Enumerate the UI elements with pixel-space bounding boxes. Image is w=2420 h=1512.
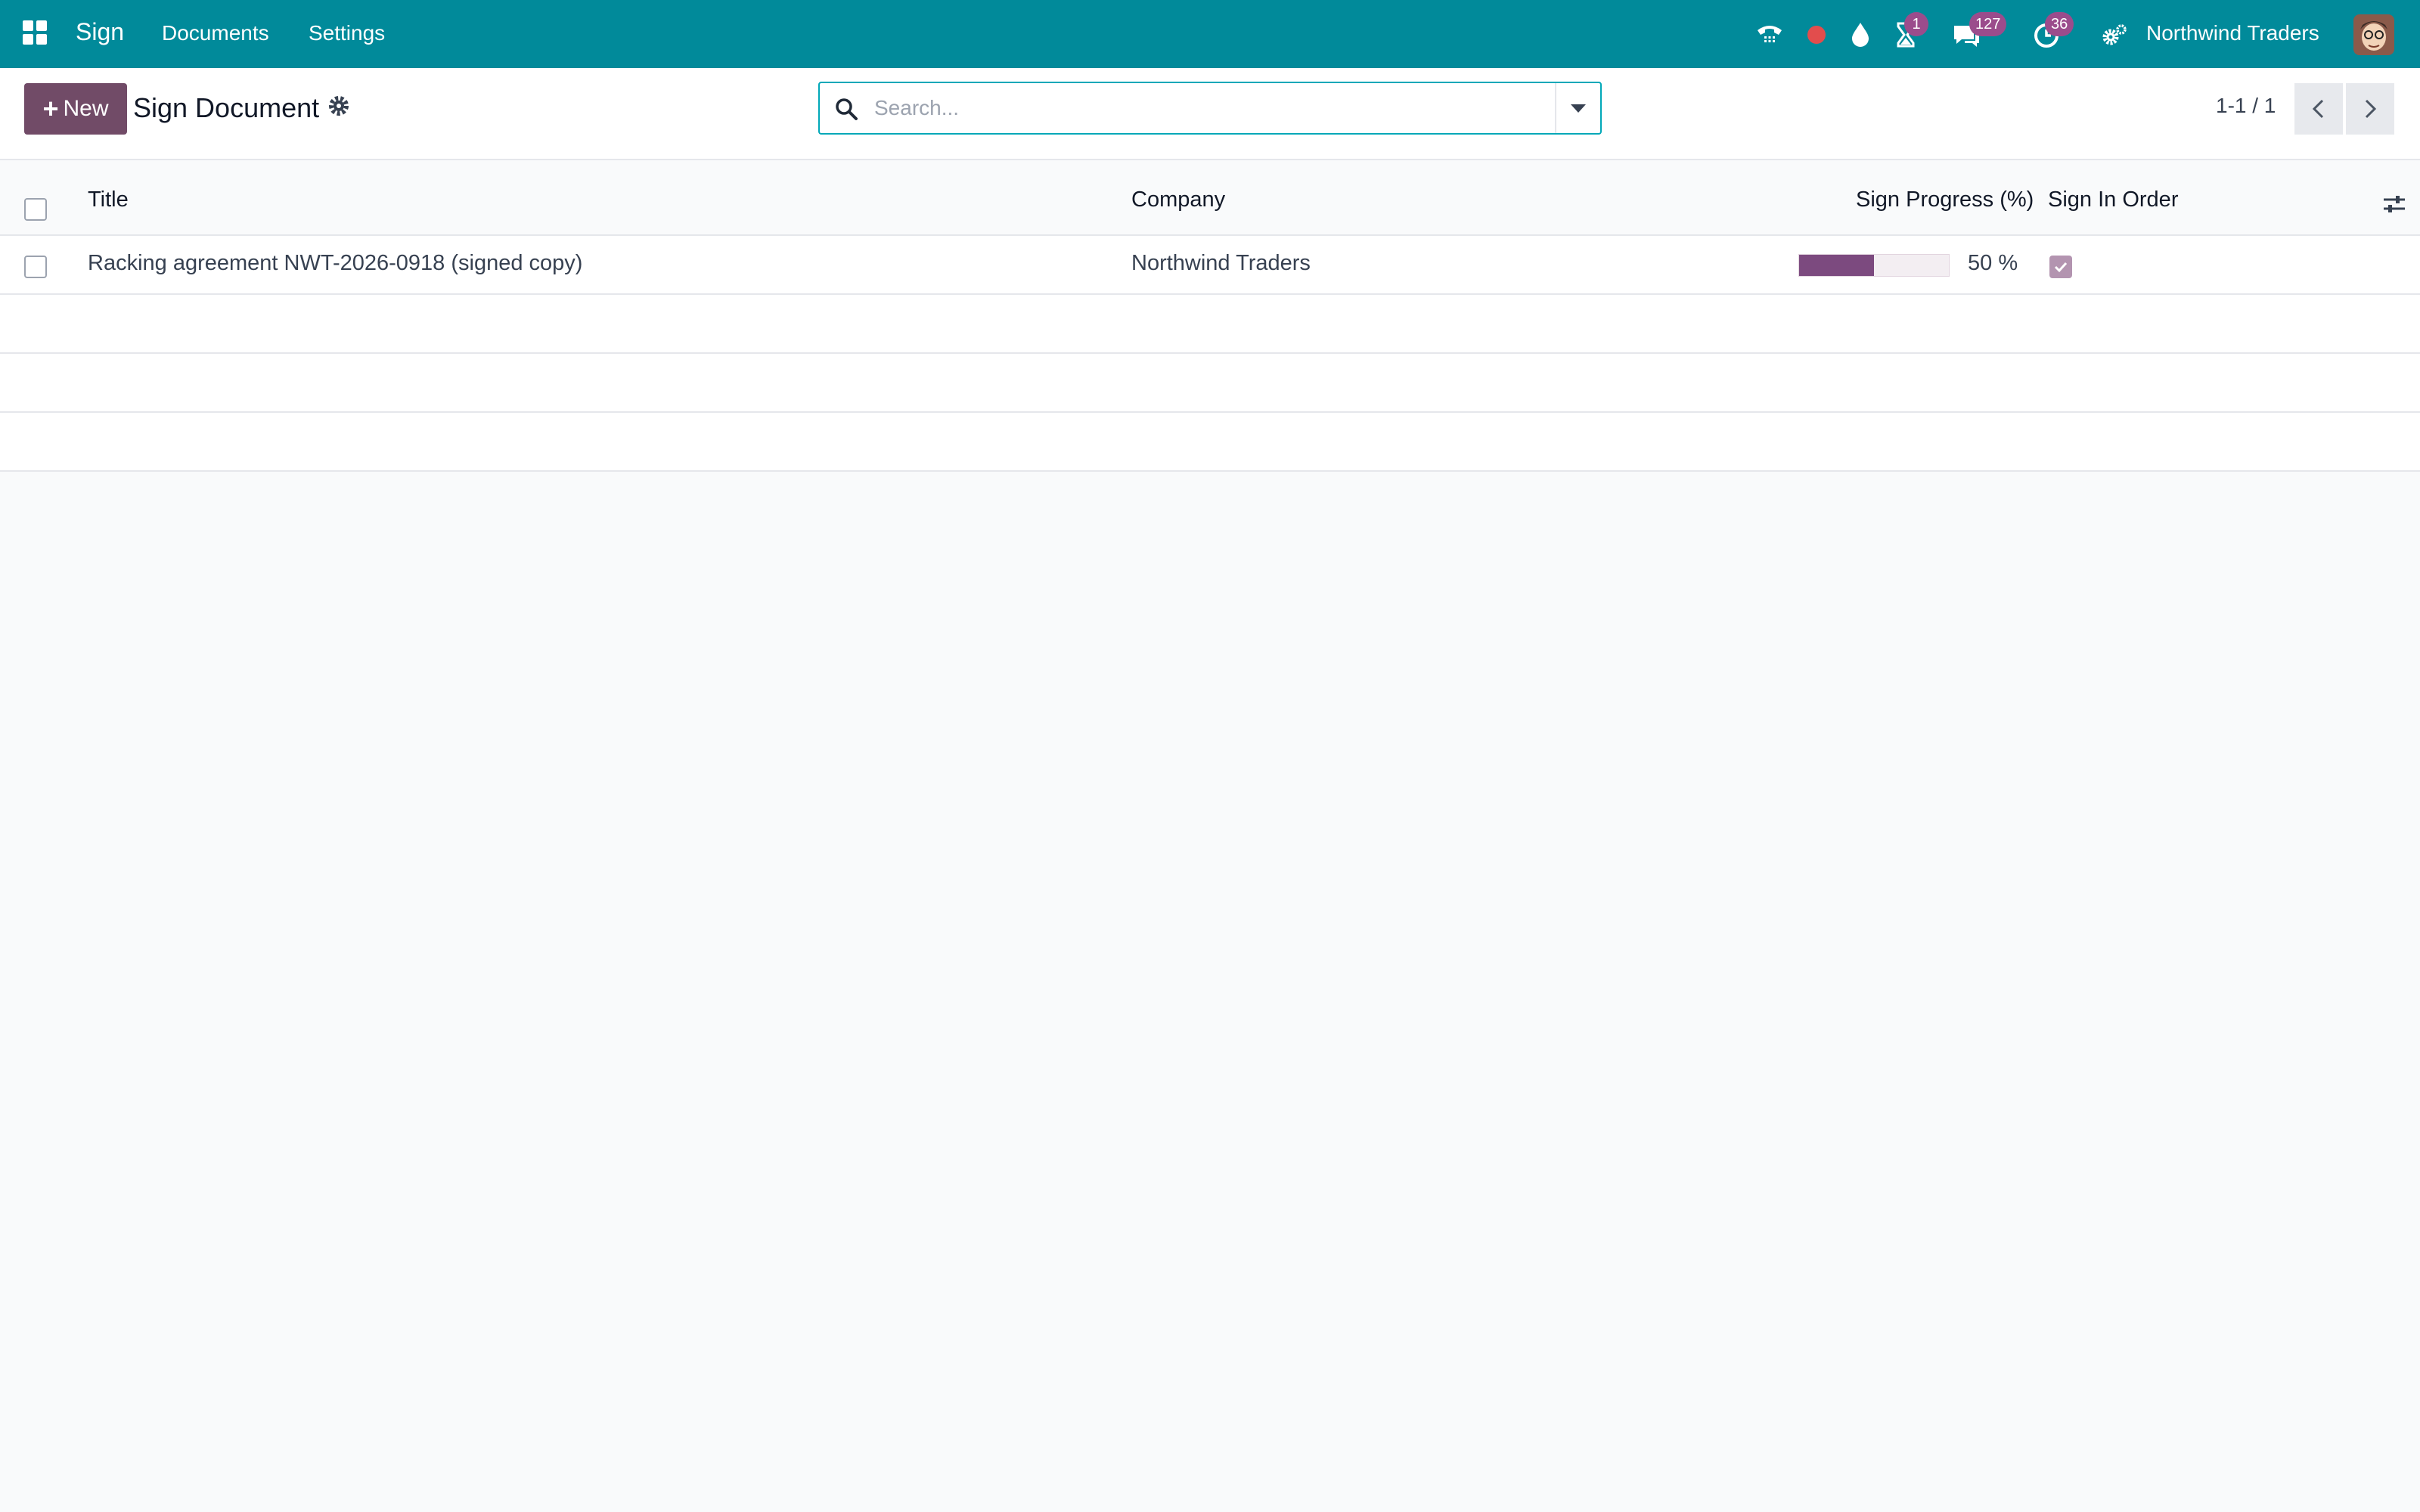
column-settings-icon[interactable] bbox=[2381, 191, 2408, 218]
sign-progress-value: 50 % bbox=[1968, 251, 2018, 275]
column-sign-progress[interactable]: Sign Progress (%) bbox=[1856, 187, 2034, 212]
page-title: Sign Document bbox=[133, 92, 320, 123]
gear-icon[interactable] bbox=[327, 94, 351, 118]
control-panel: + New Sign Document 1-1 / 1 bbox=[0, 68, 2420, 160]
drop-icon[interactable] bbox=[1845, 20, 1876, 50]
search-input[interactable] bbox=[874, 89, 1540, 127]
caret-down-icon bbox=[1571, 104, 1586, 113]
column-company[interactable]: Company bbox=[1131, 187, 1225, 212]
pager-value[interactable]: 1-1 / 1 bbox=[2216, 94, 2276, 118]
sign-progress-bar bbox=[1798, 254, 1950, 277]
chevron-left-icon bbox=[2312, 99, 2324, 119]
avatar-face-icon bbox=[2353, 14, 2394, 55]
pager-previous-button[interactable] bbox=[2294, 83, 2343, 135]
list-header: Title Company Sign Progress (%) Sign In … bbox=[0, 172, 2420, 236]
company-switcher[interactable]: Northwind Traders bbox=[2146, 21, 2319, 45]
search-icon bbox=[836, 98, 858, 120]
chevron-right-icon bbox=[2365, 99, 2377, 119]
row-title: Racking agreement NWT-2026-0918 (signed … bbox=[88, 251, 583, 275]
record-dot-icon[interactable] bbox=[1801, 20, 1832, 50]
sign-in-order-checkbox bbox=[2049, 256, 2072, 278]
menu-documents[interactable]: Documents bbox=[162, 21, 269, 45]
empty-row bbox=[0, 354, 2420, 413]
check-icon bbox=[2054, 262, 2068, 273]
timesheets-badge: 36 bbox=[2045, 12, 2074, 36]
messages-badge: 127 bbox=[1969, 12, 2007, 36]
plus-icon: + bbox=[42, 93, 59, 124]
row-checkbox[interactable] bbox=[24, 256, 47, 278]
new-button-label: New bbox=[63, 96, 109, 121]
select-all-checkbox[interactable] bbox=[24, 198, 47, 221]
new-button[interactable]: + New bbox=[24, 83, 127, 135]
sign-progress-fill bbox=[1799, 255, 1874, 276]
row-company: Northwind Traders bbox=[1131, 251, 1311, 275]
menu-settings[interactable]: Settings bbox=[309, 21, 385, 45]
pager-next-button[interactable] bbox=[2346, 83, 2394, 135]
search-options-toggle[interactable] bbox=[1555, 83, 1600, 133]
empty-row bbox=[0, 413, 2420, 472]
table-row[interactable]: Racking agreement NWT-2026-0918 (signed … bbox=[0, 236, 2420, 295]
activities-badge: 1 bbox=[1904, 12, 1928, 36]
apps-grid-icon[interactable] bbox=[23, 20, 47, 45]
settings-gears-icon[interactable] bbox=[2099, 20, 2130, 50]
phone-icon[interactable] bbox=[1754, 20, 1785, 50]
search-bar bbox=[818, 82, 1602, 135]
app-name[interactable]: Sign bbox=[76, 18, 124, 46]
column-sign-in-order[interactable]: Sign In Order bbox=[2048, 187, 2178, 212]
top-navbar: Sign Documents Settings 1 127 36 Northwi… bbox=[0, 0, 2420, 68]
user-avatar[interactable] bbox=[2353, 14, 2394, 55]
column-title[interactable]: Title bbox=[88, 187, 129, 212]
empty-row bbox=[0, 295, 2420, 354]
